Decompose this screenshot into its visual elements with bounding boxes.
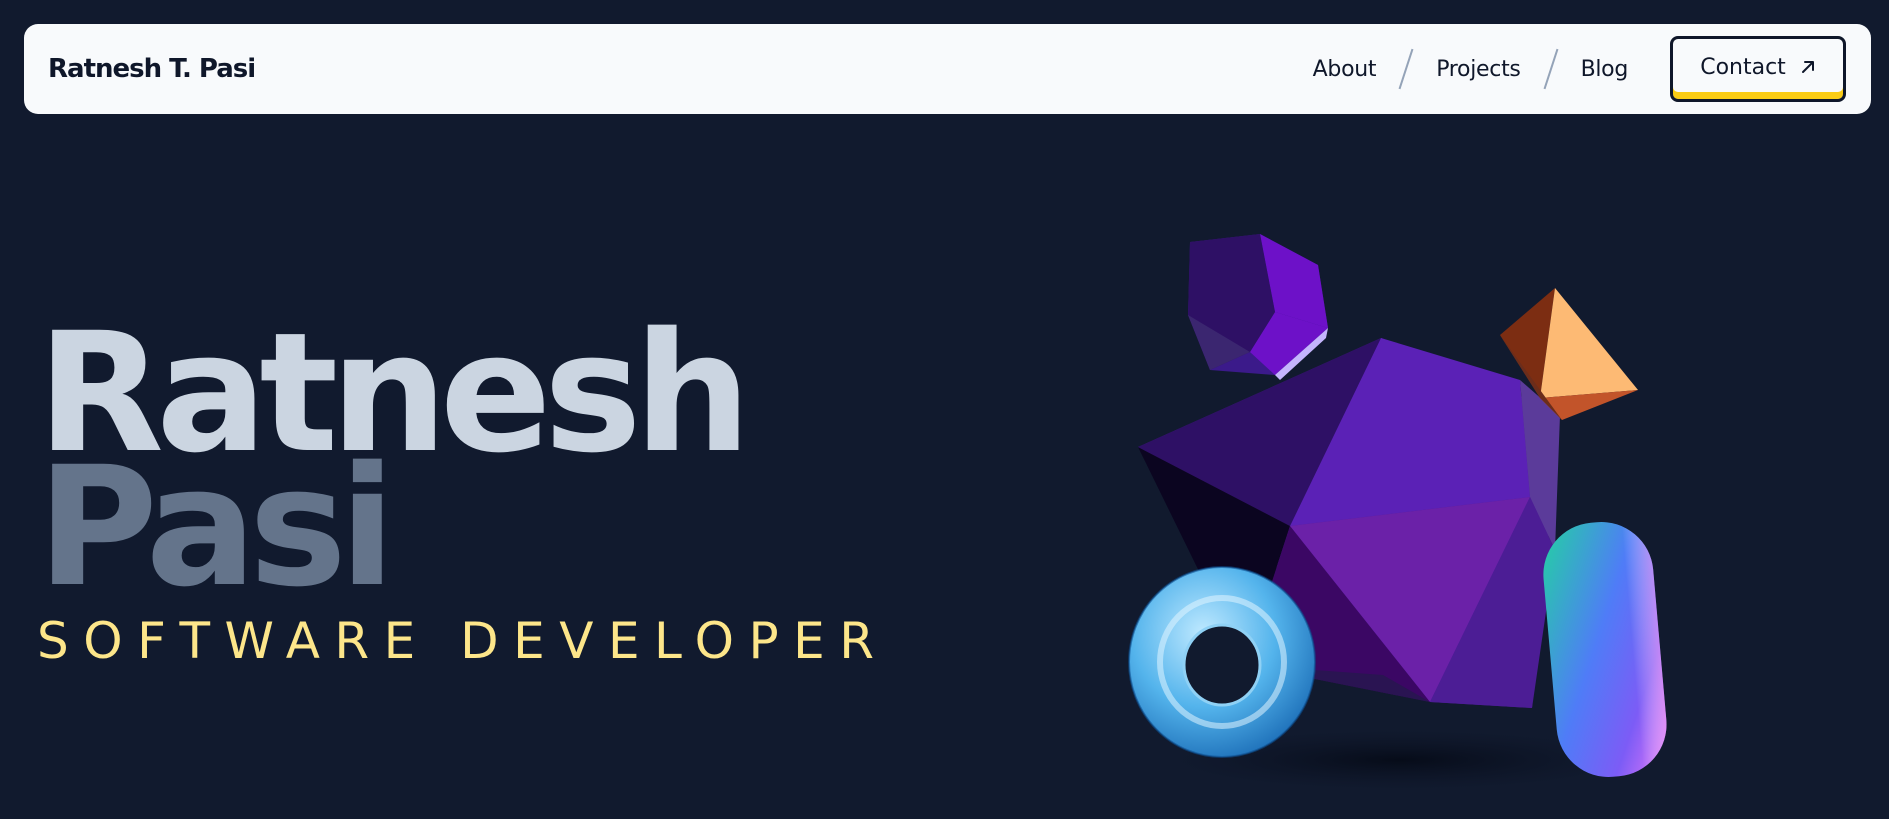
capsule-shape: [1543, 522, 1667, 777]
dodecahedron-shape: [1188, 234, 1328, 380]
hero-section: Ratnesh Pasi SOFTWARE DEVELOPER: [0, 0, 1889, 819]
hero-first-name: Ratnesh: [37, 297, 751, 489]
nav-link-projects[interactable]: Projects: [1436, 57, 1521, 82]
icosahedron-shape: [1138, 338, 1560, 708]
hero-3d-illustration: [1128, 234, 1667, 790]
torus-shape: [1128, 566, 1316, 758]
contact-button-label: Contact: [1700, 54, 1786, 80]
brand-logo-link[interactable]: Ratnesh T. Pasi: [48, 54, 256, 84]
top-navbar: Ratnesh T. Pasi About Projects Blog Cont…: [24, 24, 1871, 114]
octahedron-shape: [1500, 288, 1638, 420]
nav-link-blog[interactable]: Blog: [1581, 57, 1629, 82]
hero-last-name: Pasi: [37, 431, 396, 623]
contact-button[interactable]: Contact: [1670, 36, 1846, 102]
nav-link-about[interactable]: About: [1313, 57, 1377, 82]
nav-separator: [1543, 48, 1559, 90]
ground-shadow: [1170, 730, 1630, 790]
arrow-up-right-icon: [1801, 61, 1814, 73]
nav-links: About Projects Blog Contact: [1313, 36, 1846, 102]
hero-role-title: SOFTWARE DEVELOPER: [37, 612, 889, 670]
nav-separator: [1398, 48, 1414, 90]
